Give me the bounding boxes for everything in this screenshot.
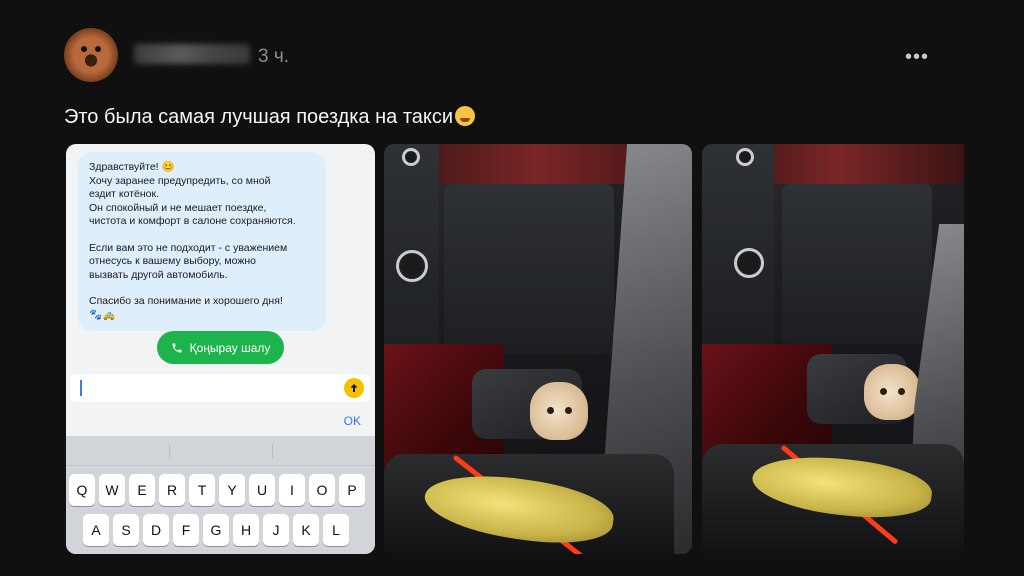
username[interactable]: aliya_jolldas bbox=[134, 44, 250, 64]
avatar-eye bbox=[95, 46, 101, 52]
key-j[interactable]: J bbox=[263, 514, 289, 546]
media-photo-cat-in-car-1[interactable] bbox=[384, 144, 692, 554]
cat bbox=[864, 364, 920, 420]
call-button-label: Қоңырау шалу bbox=[189, 340, 271, 355]
ok-button[interactable]: OK bbox=[344, 414, 361, 428]
message-line: вызвать другой автомобиль. bbox=[89, 268, 228, 281]
suggestion-divider bbox=[272, 444, 273, 458]
message-line: Он спокойный и не мешает поездке, bbox=[89, 201, 267, 214]
key-u[interactable]: U bbox=[249, 474, 275, 506]
key-w[interactable]: W bbox=[99, 474, 125, 506]
post-caption: Это была самая лучшая поездка на такси bbox=[64, 106, 476, 129]
message-line: Хочу заранее предупредить, со мной bbox=[89, 174, 271, 187]
knob bbox=[734, 248, 764, 278]
dashboard-top bbox=[752, 144, 964, 184]
keyboard-row-2: ASDFGHJKL bbox=[66, 514, 375, 546]
caption-text: Это была самая лучшая поездка на такси bbox=[64, 106, 454, 128]
keyboard-row-1: QWERTYUIOP bbox=[66, 474, 375, 506]
knob bbox=[402, 148, 420, 166]
key-e[interactable]: E bbox=[129, 474, 155, 506]
message-line: Если вам это не подходит - с уважением bbox=[89, 241, 288, 254]
avatar-eye bbox=[81, 46, 87, 52]
arrow-up-icon bbox=[350, 384, 358, 392]
message-line: 🐾🚕 bbox=[89, 308, 116, 321]
cat-eye bbox=[565, 407, 572, 414]
cat-eye bbox=[880, 388, 887, 395]
more-dots-icon[interactable]: ••• bbox=[905, 46, 929, 69]
avatar[interactable] bbox=[64, 28, 118, 82]
key-s[interactable]: S bbox=[113, 514, 139, 546]
message-line: Спасибо за понимание и хорошего дня! bbox=[89, 295, 283, 307]
key-h[interactable]: H bbox=[233, 514, 259, 546]
key-p[interactable]: P bbox=[339, 474, 365, 506]
message-line: отнесусь к вашему выбору, можно bbox=[89, 255, 256, 267]
glovebox bbox=[782, 184, 932, 344]
key-i[interactable]: I bbox=[279, 474, 305, 506]
crying-face-emoji-icon bbox=[455, 106, 476, 126]
key-f[interactable]: F bbox=[173, 514, 199, 546]
media-photo-cat-in-car-2[interactable] bbox=[702, 144, 964, 554]
knob bbox=[736, 148, 754, 166]
key-k[interactable]: K bbox=[293, 514, 319, 546]
message-line: Здравствуйте! 😊 bbox=[89, 161, 175, 173]
keyboard: QWERTYUIOP ASDFGHJKL bbox=[66, 436, 375, 554]
car-interior bbox=[384, 144, 692, 554]
send-button[interactable] bbox=[344, 378, 364, 398]
key-t[interactable]: T bbox=[189, 474, 215, 506]
glovebox bbox=[444, 184, 614, 354]
call-button[interactable]: Қоңырау шалу bbox=[157, 331, 284, 364]
key-g[interactable]: G bbox=[203, 514, 229, 546]
knob bbox=[396, 250, 428, 282]
message-line: чистота и комфорт в салоне сохраняются. bbox=[89, 215, 296, 227]
key-y[interactable]: Y bbox=[219, 474, 245, 506]
username-text: aliya_jolldas bbox=[134, 44, 221, 61]
media-chat-screenshot[interactable]: Здравствуйте! 😊 Хочу заранее предупредит… bbox=[66, 144, 375, 554]
suggestion-divider bbox=[169, 444, 170, 458]
text-cursor bbox=[80, 380, 82, 396]
key-o[interactable]: O bbox=[309, 474, 335, 506]
message-input[interactable] bbox=[70, 374, 370, 402]
cat bbox=[530, 382, 588, 440]
chat-message-bubble: Здравствуйте! 😊 Хочу заранее предупредит… bbox=[78, 152, 326, 331]
key-a[interactable]: A bbox=[83, 514, 109, 546]
cat-eye bbox=[547, 407, 554, 414]
suggestion-bar bbox=[66, 436, 375, 466]
phone-icon bbox=[172, 343, 182, 352]
message-line: ездит котёнок. bbox=[89, 188, 160, 200]
center-console bbox=[702, 144, 774, 344]
cat-eye bbox=[898, 388, 905, 395]
key-d[interactable]: D bbox=[143, 514, 169, 546]
key-q[interactable]: Q bbox=[69, 474, 95, 506]
car-interior bbox=[702, 144, 964, 554]
post-time: 3 ч. bbox=[258, 46, 290, 67]
key-l[interactable]: L bbox=[323, 514, 349, 546]
key-r[interactable]: R bbox=[159, 474, 185, 506]
keyboard-toolbar: OK bbox=[66, 406, 375, 436]
